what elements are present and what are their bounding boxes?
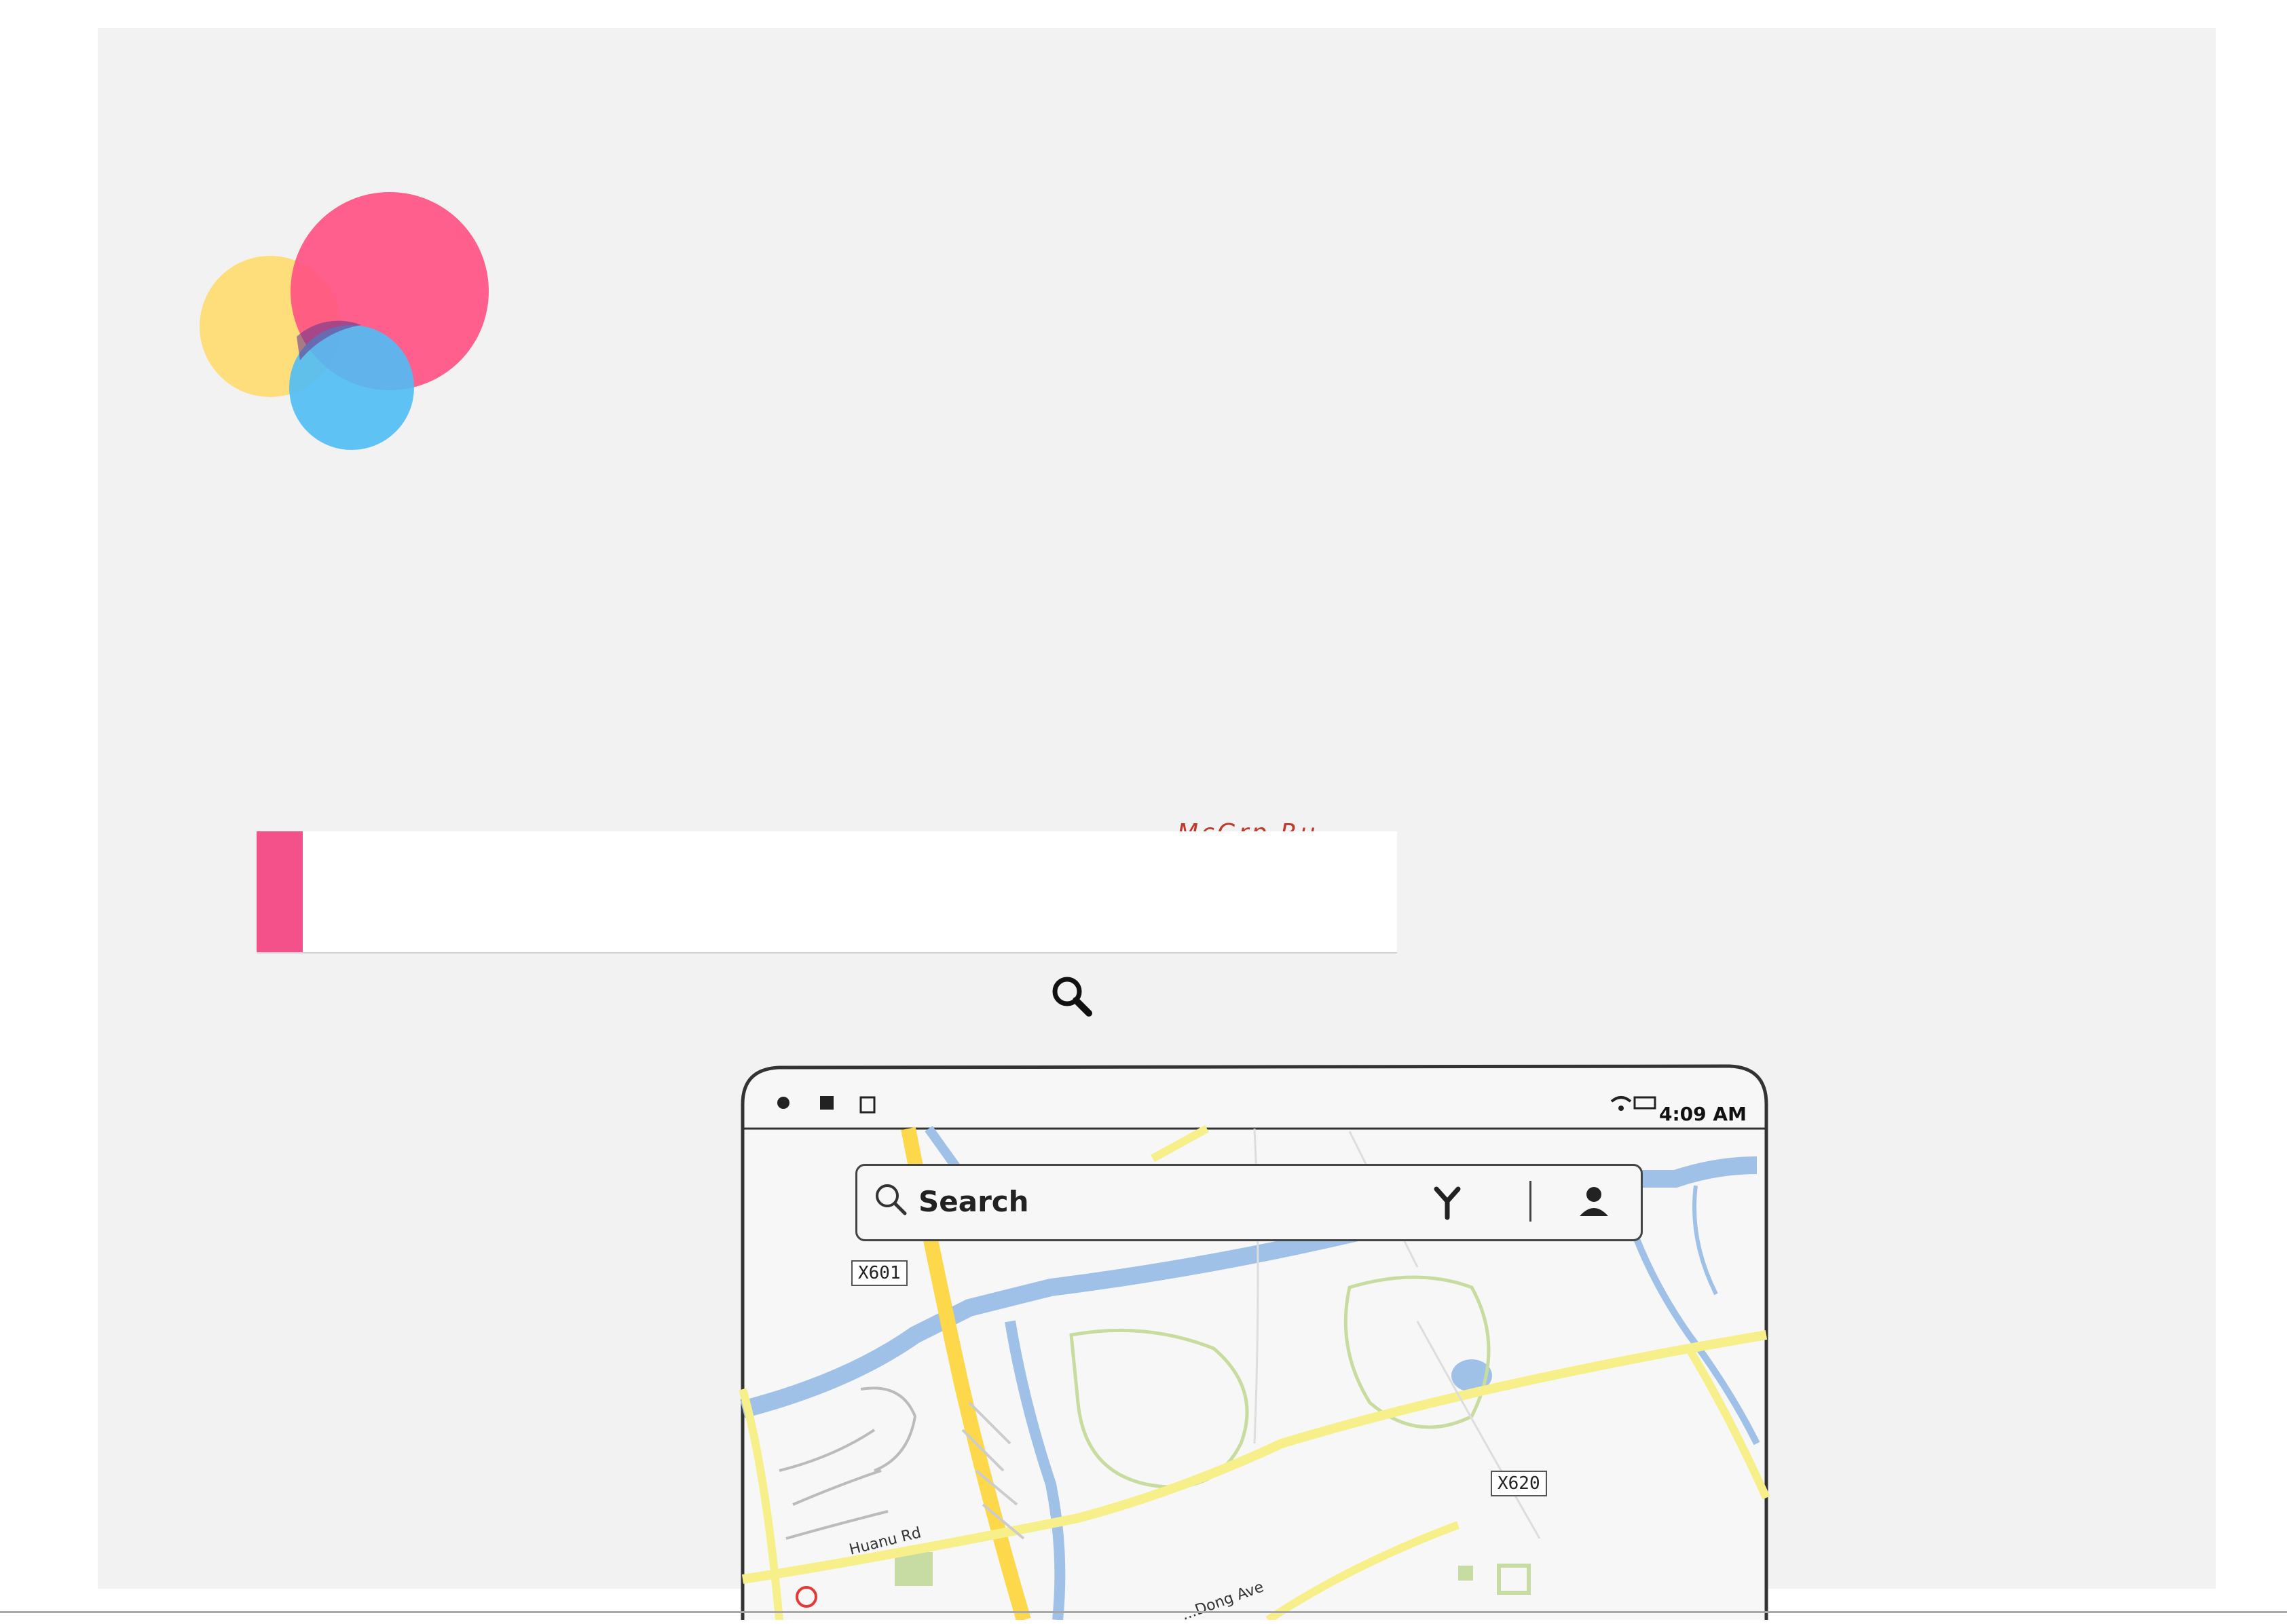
search-icon[interactable]: [874, 1182, 908, 1220]
page-bottom-rule: [0, 1611, 2287, 1613]
heading-accent-bar: [257, 831, 303, 952]
route-label-x601: X601: [851, 1260, 908, 1286]
tablet-map-screenshot: 4:09 AM Search X601 X620 Huanu Rd ...Don…: [739, 1063, 1770, 1624]
directions-icon[interactable]: [1431, 1184, 1465, 1222]
search-box-divider: [1529, 1181, 1531, 1222]
status-bar-time: 4:09 AM: [1659, 1103, 1747, 1125]
account-icon[interactable]: [1577, 1184, 1611, 1222]
brand-logo: [200, 192, 489, 450]
search-icon: [1052, 977, 1092, 1017]
search-input[interactable]: Search: [918, 1185, 1029, 1218]
manual-page: McGrp.Ru: [98, 28, 2216, 1624]
section-heading: [257, 831, 1397, 953]
route-label-x620: X620: [1491, 1471, 1547, 1496]
map-search-box[interactable]: Search: [855, 1164, 1643, 1241]
